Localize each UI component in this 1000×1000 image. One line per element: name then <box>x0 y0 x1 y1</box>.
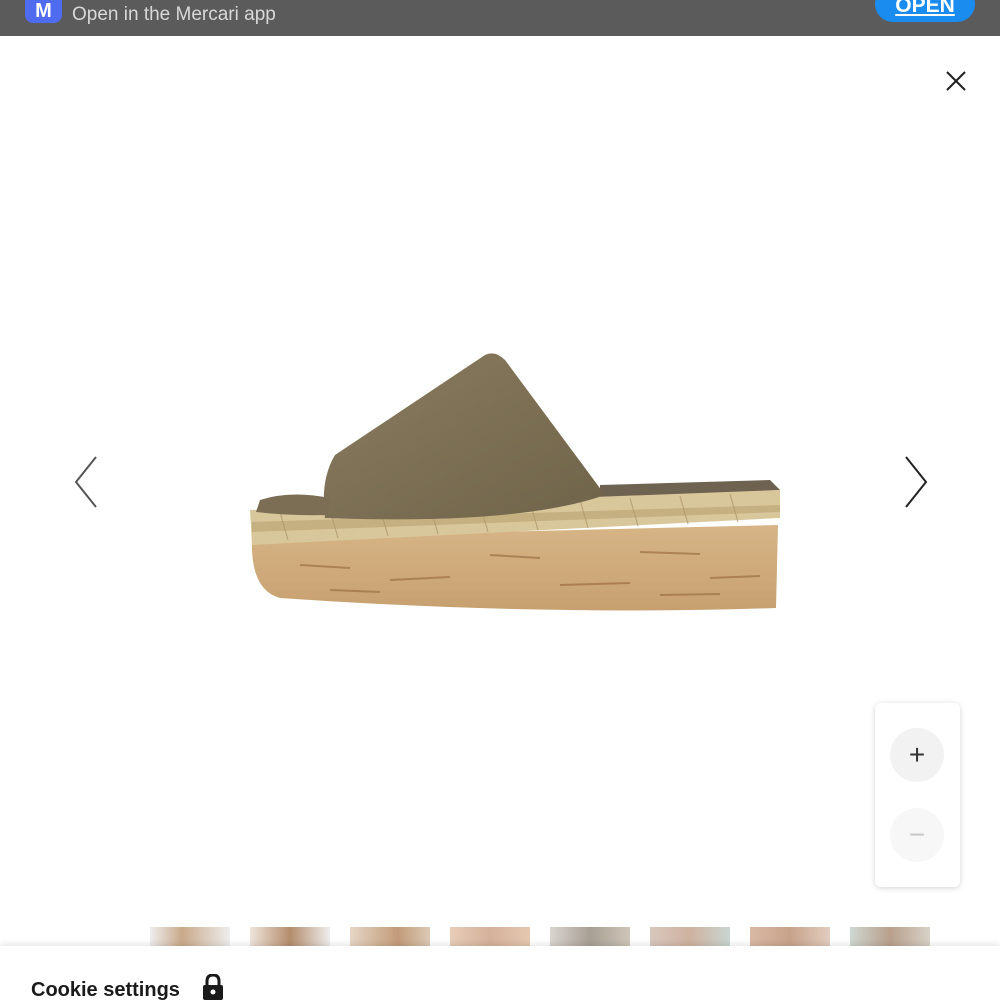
mercari-logo: M <box>25 0 62 23</box>
cookie-panel: Cookie settings <box>0 946 1000 1000</box>
thumbnail-6[interactable] <box>650 927 730 947</box>
thumbnail-3[interactable] <box>350 927 430 947</box>
thumbnail-5[interactable] <box>550 927 630 947</box>
chevron-left-icon[interactable] <box>72 452 102 512</box>
close-icon[interactable] <box>938 63 974 99</box>
app-banner-subtitle: Open in the Mercari app <box>72 4 276 25</box>
zoom-in-button[interactable]: + <box>890 728 944 782</box>
cookie-settings-title: Cookie settings <box>31 979 180 1000</box>
thumbnail-2[interactable] <box>250 927 330 947</box>
chevron-right-icon[interactable] <box>900 452 930 512</box>
app-banner: M Open in the Mercari app OPEN <box>0 0 1000 36</box>
thumbnail-8[interactable] <box>850 927 930 947</box>
zoom-out-button[interactable]: − <box>890 808 944 862</box>
open-app-button[interactable]: OPEN <box>875 0 975 22</box>
lock-icon <box>202 973 224 1000</box>
zoom-controls: + − <box>875 703 960 887</box>
thumbnail-4[interactable] <box>450 927 530 947</box>
thumbnail-strip <box>150 927 940 947</box>
thumbnail-1[interactable] <box>150 927 230 947</box>
thumbnail-7[interactable] <box>750 927 830 947</box>
product-image <box>240 340 790 630</box>
